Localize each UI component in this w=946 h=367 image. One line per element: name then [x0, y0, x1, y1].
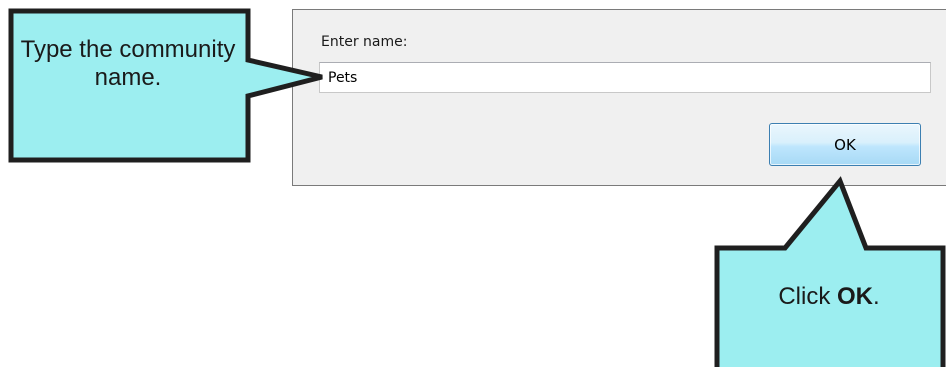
- enter-name-label: Enter name:: [321, 34, 408, 50]
- ok-button[interactable]: OK: [769, 123, 921, 166]
- right-callout-bubble: [714, 176, 946, 367]
- left-callout-text: Type the community name.: [20, 36, 236, 91]
- right-callout-suffix: .: [873, 283, 880, 310]
- enter-name-dialog: Enter name: OK: [292, 9, 946, 186]
- right-callout-prefix: Click: [778, 283, 837, 310]
- right-callout-text: Click OK.: [716, 283, 942, 311]
- right-callout-emphasis: OK: [837, 283, 873, 310]
- name-input[interactable]: [319, 62, 931, 93]
